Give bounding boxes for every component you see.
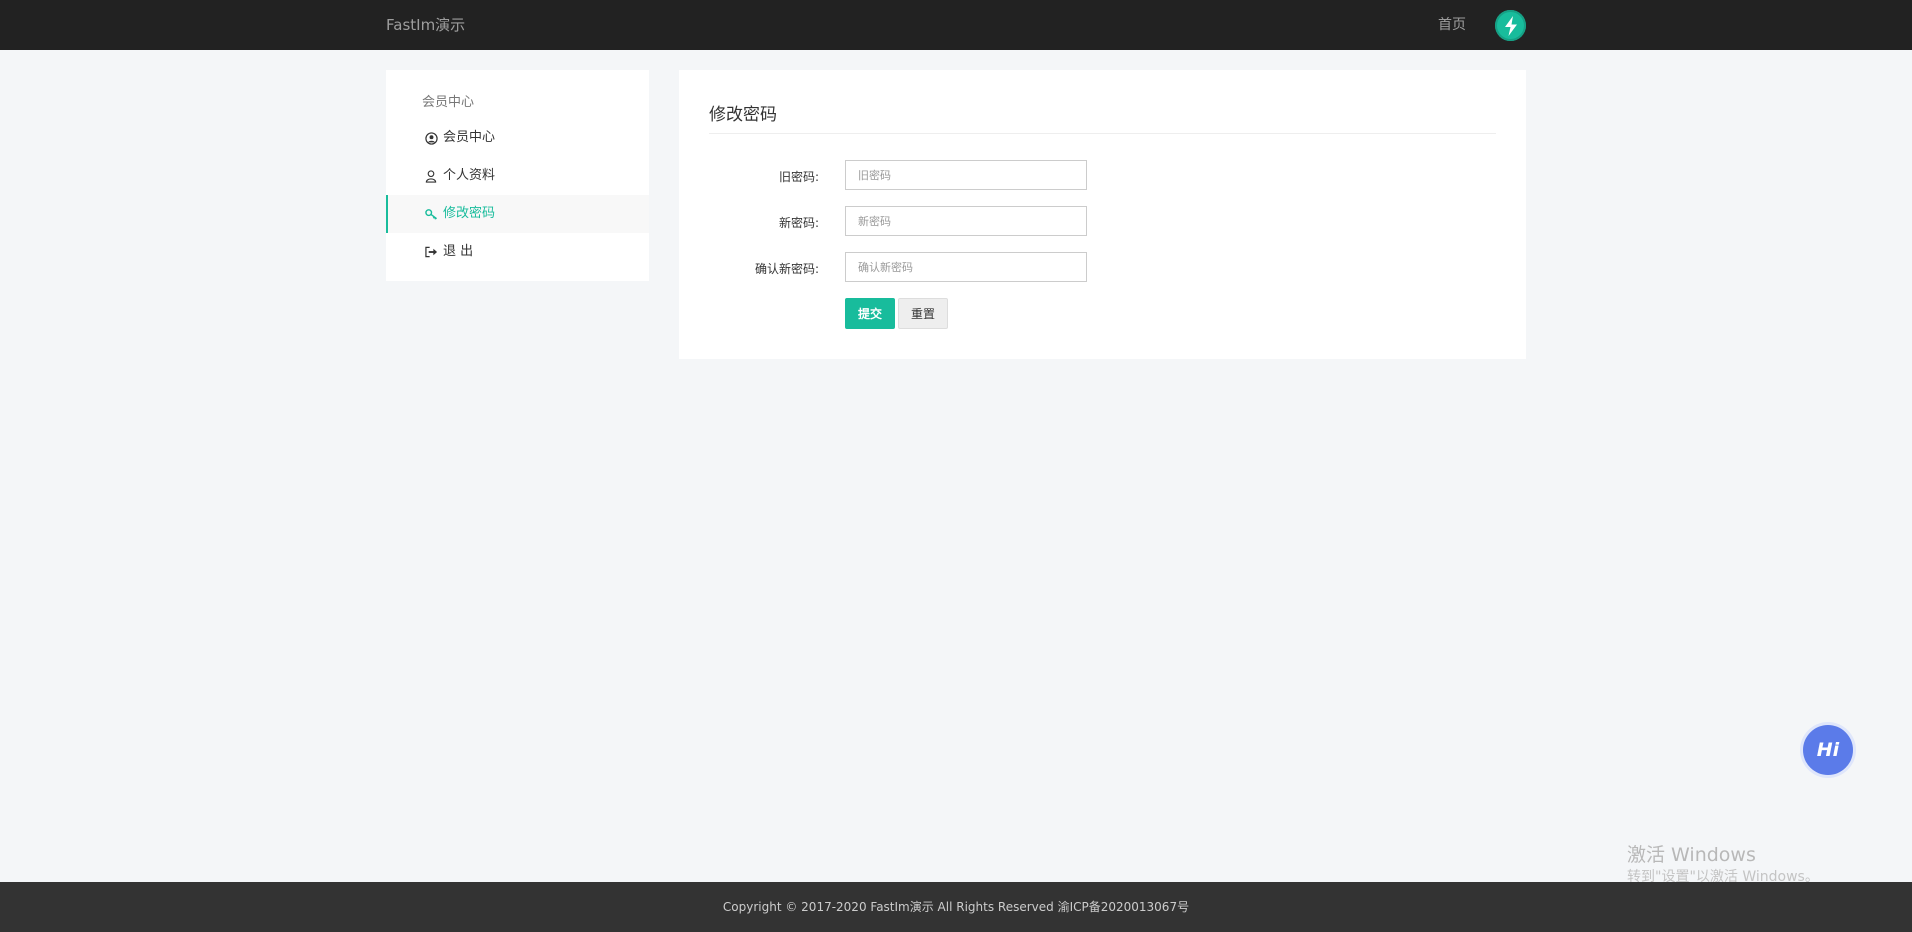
submit-button[interactable]: 提交 [845, 298, 895, 329]
confirm-password-label: 确认新密码: [754, 262, 819, 276]
sidebar-item-label: 退 出 [443, 244, 474, 259]
sidebar-item-profile[interactable]: 个人资料 [386, 157, 649, 195]
sidebar: 会员中心 会员中心 个人资料 修改密码 退 出 [386, 70, 649, 281]
user-avatar[interactable] [1495, 10, 1526, 41]
user-circle-icon [424, 131, 438, 145]
change-password-panel: 修改密码 旧密码: 新密码: 确认新密码: 提交 重置 [679, 70, 1526, 359]
lightning-bolt-icon [1504, 15, 1517, 36]
old-password-input[interactable] [845, 160, 1087, 190]
sidebar-item-logout[interactable]: 退 出 [386, 233, 649, 271]
sidebar-item-change-password[interactable]: 修改密码 [386, 195, 649, 233]
new-password-input[interactable] [845, 206, 1087, 236]
top-navbar: FastIm演示 首页 [0, 0, 1912, 50]
old-password-label: 旧密码: [778, 170, 819, 184]
confirm-password-input[interactable] [845, 252, 1087, 282]
sidebar-item-label: 修改密码 [443, 206, 496, 221]
sidebar-item-label: 个人资料 [443, 168, 496, 183]
brand-title[interactable]: FastIm演示 [386, 0, 465, 50]
title-divider [709, 133, 1496, 134]
user-icon [424, 169, 438, 183]
reset-button[interactable]: 重置 [898, 298, 948, 329]
sign-out-icon [424, 245, 438, 259]
chat-widget-button[interactable]: Hi [1803, 725, 1853, 775]
nav-home-link[interactable]: 首页 [1438, 0, 1466, 50]
copyright-text: Copyright © 2017-2020 FastIm演示 All Right… [722, 900, 1190, 914]
key-icon [424, 207, 438, 221]
sidebar-item-member-center[interactable]: 会员中心 [386, 119, 649, 157]
footer: Copyright © 2017-2020 FastIm演示 All Right… [0, 882, 1912, 932]
page-title: 修改密码 [709, 105, 777, 125]
windows-activation-title: 激活 Windows [1627, 844, 1756, 866]
sidebar-item-label: 会员中心 [443, 130, 496, 145]
new-password-label: 新密码: [778, 216, 819, 230]
